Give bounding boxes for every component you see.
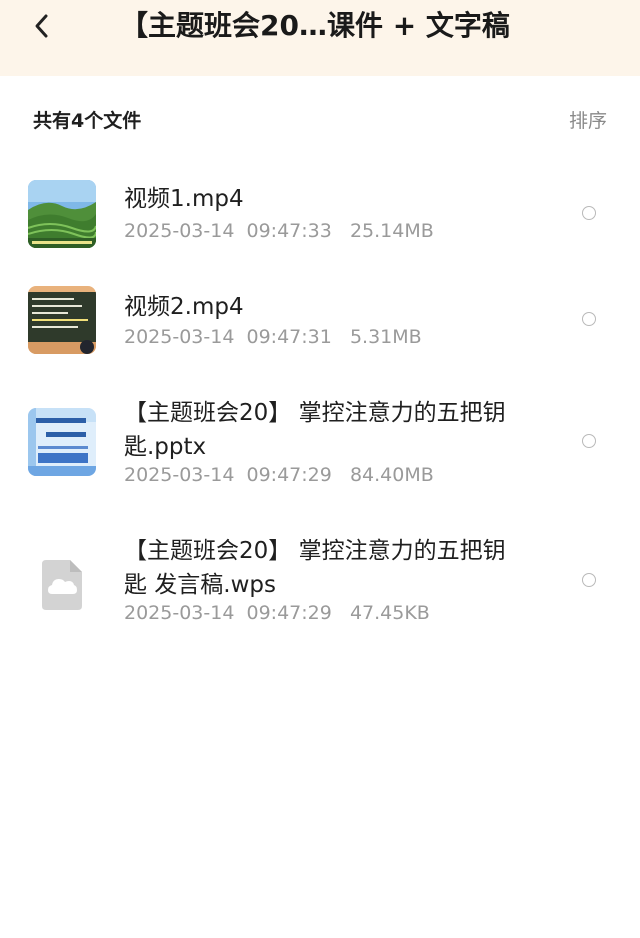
select-radio[interactable] [582, 206, 596, 220]
cloud-document-icon [28, 548, 96, 616]
file-row-pptx[interactable]: 【主题班会20】 掌控注意力的五把钥 匙.pptx 2025-03-14 09:… [0, 390, 640, 500]
select-radio[interactable] [582, 312, 596, 326]
file-meta: 2025-03-14 09:47:31 5.31MB [124, 326, 422, 348]
chevron-left-icon [35, 14, 48, 38]
video-thumbnail-terraces [28, 180, 96, 248]
file-name-block: 【主题班会20】 掌控注意力的五把钥 匙.pptx [124, 396, 544, 464]
pptx-thumbnail [28, 408, 96, 476]
file-name-line1: 【主题班会20】 掌控注意力的五把钥 [124, 400, 506, 426]
top-bar: 【主题班会20…课件 + 文字稿 [0, 0, 640, 76]
page-title: 【主题班会20…课件 + 文字稿 [120, 9, 510, 42]
file-name-line1: 【主题班会20】 掌控注意力的五把钥 [124, 538, 506, 564]
file-row-video2[interactable]: 视频2.mp4 2025-03-14 09:47:31 5.31MB [0, 278, 640, 368]
select-radio[interactable] [582, 573, 596, 587]
file-name: 视频2.mp4 [124, 294, 244, 320]
file-name: 视频1.mp4 [124, 186, 244, 212]
file-name-block: 【主题班会20】 掌控注意力的五把钥 匙 发言稿.wps [124, 534, 544, 602]
file-row-video1[interactable]: 视频1.mp4 2025-03-14 09:47:33 25.14MB [0, 170, 640, 260]
file-meta: 2025-03-14 09:47:29 84.40MB [124, 464, 434, 486]
file-name-line2: 匙 发言稿.wps [124, 572, 277, 598]
select-radio[interactable] [582, 434, 596, 448]
file-meta: 2025-03-14 09:47:29 47.45KB [124, 602, 430, 624]
file-name-line2: 匙.pptx [124, 434, 207, 460]
file-meta: 2025-03-14 09:47:33 25.14MB [124, 220, 434, 242]
back-button[interactable] [26, 10, 58, 42]
video-thumbnail-blackboard [28, 286, 96, 354]
file-count-label: 共有4个文件 [33, 110, 142, 132]
file-row-wps[interactable]: 【主题班会20】 掌控注意力的五把钥 匙 发言稿.wps 2025-03-14 … [0, 530, 640, 640]
sort-button[interactable]: 排序 [569, 106, 607, 133]
